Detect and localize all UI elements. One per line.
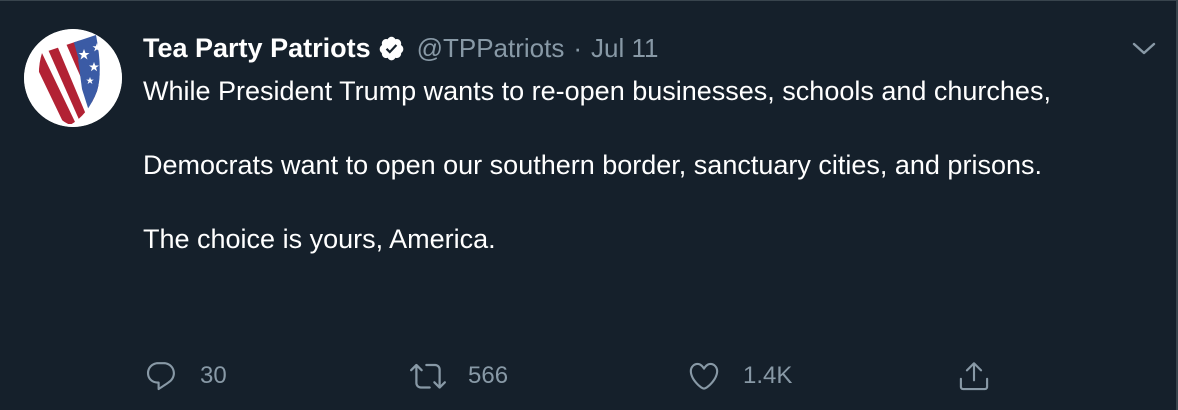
chevron-down-icon[interactable] — [1130, 35, 1158, 63]
like-count: 1.4K — [743, 362, 793, 389]
retweet-count: 566 — [468, 362, 509, 389]
tweet-date[interactable]: Jul 11 — [591, 33, 658, 64]
handle[interactable]: @TPPatriots — [417, 33, 565, 64]
retweet-button[interactable]: 566 — [410, 356, 508, 396]
tweet-header: Tea Party Patriots @TPPatriots · Jul 11 — [143, 31, 658, 65]
share-button[interactable] — [957, 356, 991, 396]
share-icon — [957, 359, 991, 393]
shield-flag-logo — [24, 29, 122, 127]
tweet-paragraph: Democrats want to open our southern bord… — [143, 150, 1042, 180]
tweet-text: While President Trump wants to re-open b… — [143, 73, 1143, 258]
retweet-icon — [410, 358, 446, 394]
tweet-paragraph: The choice is yours, America. — [143, 224, 496, 254]
display-name[interactable]: Tea Party Patriots — [143, 33, 371, 64]
separator-dot: · — [573, 32, 583, 63]
tweet[interactable]: Tea Party Patriots @TPPatriots · Jul 11 … — [0, 1, 1176, 410]
like-button[interactable]: 1.4K — [687, 356, 792, 396]
reply-icon — [144, 359, 178, 393]
tweet-actions: 30 566 1.4K — [0, 356, 1176, 396]
reply-count: 30 — [200, 362, 227, 389]
verified-badge-icon — [378, 35, 405, 62]
heart-icon — [687, 359, 721, 393]
reply-button[interactable]: 30 — [144, 356, 227, 396]
tweet-paragraph: While President Trump wants to re-open b… — [143, 76, 1051, 106]
avatar[interactable] — [24, 29, 122, 127]
